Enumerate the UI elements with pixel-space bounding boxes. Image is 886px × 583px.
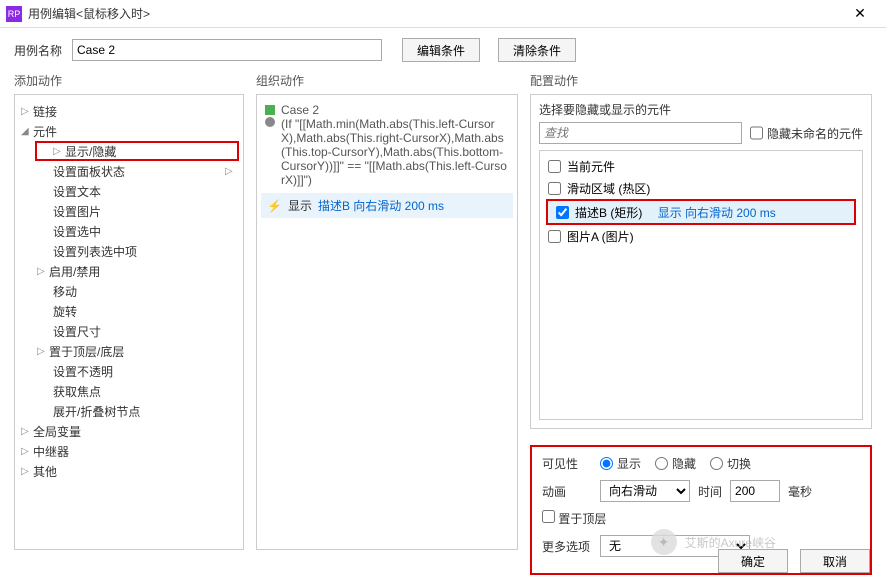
tree-item-label: 显示/隐藏 <box>65 143 116 160</box>
case-active-icon <box>265 105 275 115</box>
tree-item-label: 设置不透明 <box>53 363 113 380</box>
app-icon: RP <box>6 6 22 22</box>
list-item-selected[interactable]: 描述B (矩形) 显示 向右滑动 200 ms <box>548 201 854 223</box>
widget-label: 滑动区域 (热区) <box>567 180 650 197</box>
more-options-label: 更多选项 <box>542 538 592 555</box>
tree-item-label: 链接 <box>33 103 57 120</box>
tree-item[interactable]: ▷置于顶层/底层 <box>15 341 243 361</box>
tree-repeater[interactable]: ▷中继器 <box>15 441 243 461</box>
select-widgets-title: 选择要隐藏或显示的元件 <box>539 101 863 118</box>
tree-item-label: 设置列表选中项 <box>53 243 137 260</box>
search-input[interactable] <box>539 122 742 144</box>
radio-label: 显示 <box>617 455 641 472</box>
action-prefix: 显示 <box>288 197 312 214</box>
list-item[interactable]: 图片A (图片) <box>540 225 862 247</box>
tree-link[interactable]: ▷链接 <box>15 101 243 121</box>
radio-hide[interactable]: 隐藏 <box>655 455 696 472</box>
add-action-label: 添加动作 <box>14 72 244 90</box>
tree-item-label: 设置面板状态 <box>53 163 125 180</box>
tree-item-label: 设置文本 <box>53 183 101 200</box>
widget-label: 图片A (图片) <box>567 228 634 245</box>
list-item[interactable]: 滑动区域 (热区) <box>540 177 862 199</box>
action-tree: ▷链接 ◢元件 ▷显示/隐藏 设置面板状态▷ 设置文本 设置图片 设置选中 设置… <box>14 94 244 550</box>
tree-item[interactable]: 设置尺寸 <box>15 321 243 341</box>
widget-checkbox[interactable] <box>548 182 561 195</box>
tree-item-label: 中继器 <box>33 443 69 460</box>
tree-item[interactable]: 获取焦点 <box>15 381 243 401</box>
time-label: 时间 <box>698 483 722 500</box>
tree-item[interactable]: 设置图片 <box>15 201 243 221</box>
tree-other[interactable]: ▷其他 <box>15 461 243 481</box>
tree-item[interactable]: 设置选中 <box>15 221 243 241</box>
widget-label: 描述B (矩形) <box>575 204 642 221</box>
tree-item[interactable]: 设置不透明 <box>15 361 243 381</box>
tree-item[interactable]: 展开/折叠树节点 <box>15 401 243 421</box>
tree-item-label: 设置图片 <box>53 203 101 220</box>
tree-item-label: 设置选中 <box>53 223 101 240</box>
radio-label: 切换 <box>727 455 751 472</box>
radio-label: 隐藏 <box>672 455 696 472</box>
tree-item-label: 获取焦点 <box>53 383 101 400</box>
close-icon[interactable]: ✕ <box>840 0 880 28</box>
ok-button[interactable]: 确定 <box>718 549 788 573</box>
case-action-row[interactable]: ⚡ 显示 描述B 向右滑动 200 ms <box>261 193 513 218</box>
time-unit: 毫秒 <box>788 483 812 500</box>
config-section: 选择要隐藏或显示的元件 隐藏未命名的元件 当前元件 滑动区域 (热区) 描述B … <box>530 94 872 429</box>
cfg-action-label: 配置动作 <box>530 72 872 90</box>
anim-select[interactable]: 向右滑动 <box>600 480 690 502</box>
bring-top-checkbox[interactable]: 置于顶层 <box>542 510 606 527</box>
tree-item[interactable]: 设置列表选中项 <box>15 241 243 261</box>
case-icon <box>265 117 275 127</box>
widget-checkbox[interactable] <box>556 206 569 219</box>
tree-item[interactable]: 设置文本 <box>15 181 243 201</box>
case-header[interactable]: Case 2 (If "[[Math.min(Math.abs(This.lef… <box>261 101 513 189</box>
case-name-label: 用例名称 <box>14 42 62 59</box>
radio-toggle[interactable]: 切换 <box>710 455 751 472</box>
case-name-input[interactable] <box>72 39 382 61</box>
tree-item-label: 其他 <box>33 463 57 480</box>
tree-globalvar[interactable]: ▷全局变量 <box>15 421 243 441</box>
tree-item-label: 旋转 <box>53 303 77 320</box>
checkbox-label: 置于顶层 <box>558 512 606 526</box>
clear-condition-button[interactable]: 清除条件 <box>498 38 576 62</box>
cancel-button[interactable]: 取消 <box>800 549 870 573</box>
time-input[interactable] <box>730 480 780 502</box>
anim-label: 动画 <box>542 483 592 500</box>
tree-item[interactable]: ▷启用/禁用 <box>15 261 243 281</box>
action-link: 描述B 向右滑动 200 ms <box>318 197 444 214</box>
tree-item[interactable]: 移动 <box>15 281 243 301</box>
case-name: Case 2 <box>281 103 319 117</box>
window-title: 用例编辑<鼠标移入时> <box>28 5 840 22</box>
case-condition: (If "[[Math.min(Math.abs(This.left-Curso… <box>281 117 507 187</box>
edit-condition-button[interactable]: 编辑条件 <box>402 38 480 62</box>
org-action-label: 组织动作 <box>256 72 518 90</box>
tree-item-label: 展开/折叠树节点 <box>53 403 140 420</box>
hide-unnamed-checkbox[interactable]: 隐藏未命名的元件 <box>750 122 863 144</box>
checkbox-label: 隐藏未命名的元件 <box>767 125 863 142</box>
bolt-icon: ⚡ <box>267 199 282 213</box>
tree-item-label: 全局变量 <box>33 423 81 440</box>
widget-action: 显示 向右滑动 200 ms <box>658 204 776 221</box>
visibility-label: 可见性 <box>542 455 592 472</box>
tree-show-hide[interactable]: ▷显示/隐藏 <box>35 141 239 161</box>
tree-item-label: 启用/禁用 <box>49 263 100 280</box>
tree-item-label: 置于顶层/底层 <box>49 343 124 360</box>
tree-item[interactable]: 旋转 <box>15 301 243 321</box>
widget-checkbox[interactable] <box>548 160 561 173</box>
tree-widget[interactable]: ◢元件 <box>15 121 243 141</box>
widget-label: 当前元件 <box>567 158 615 175</box>
widget-checkbox[interactable] <box>548 230 561 243</box>
list-item[interactable]: 当前元件 <box>540 155 862 177</box>
tree-item-label: 元件 <box>33 123 57 140</box>
tree-item[interactable]: 设置面板状态▷ <box>15 161 243 181</box>
case-panel: Case 2 (If "[[Math.min(Math.abs(This.lef… <box>256 94 518 550</box>
tree-item-label: 移动 <box>53 283 77 300</box>
tree-item-label: 设置尺寸 <box>53 323 101 340</box>
radio-show[interactable]: 显示 <box>600 455 641 472</box>
widget-list: 当前元件 滑动区域 (热区) 描述B (矩形) 显示 向右滑动 200 ms 图… <box>539 150 863 420</box>
